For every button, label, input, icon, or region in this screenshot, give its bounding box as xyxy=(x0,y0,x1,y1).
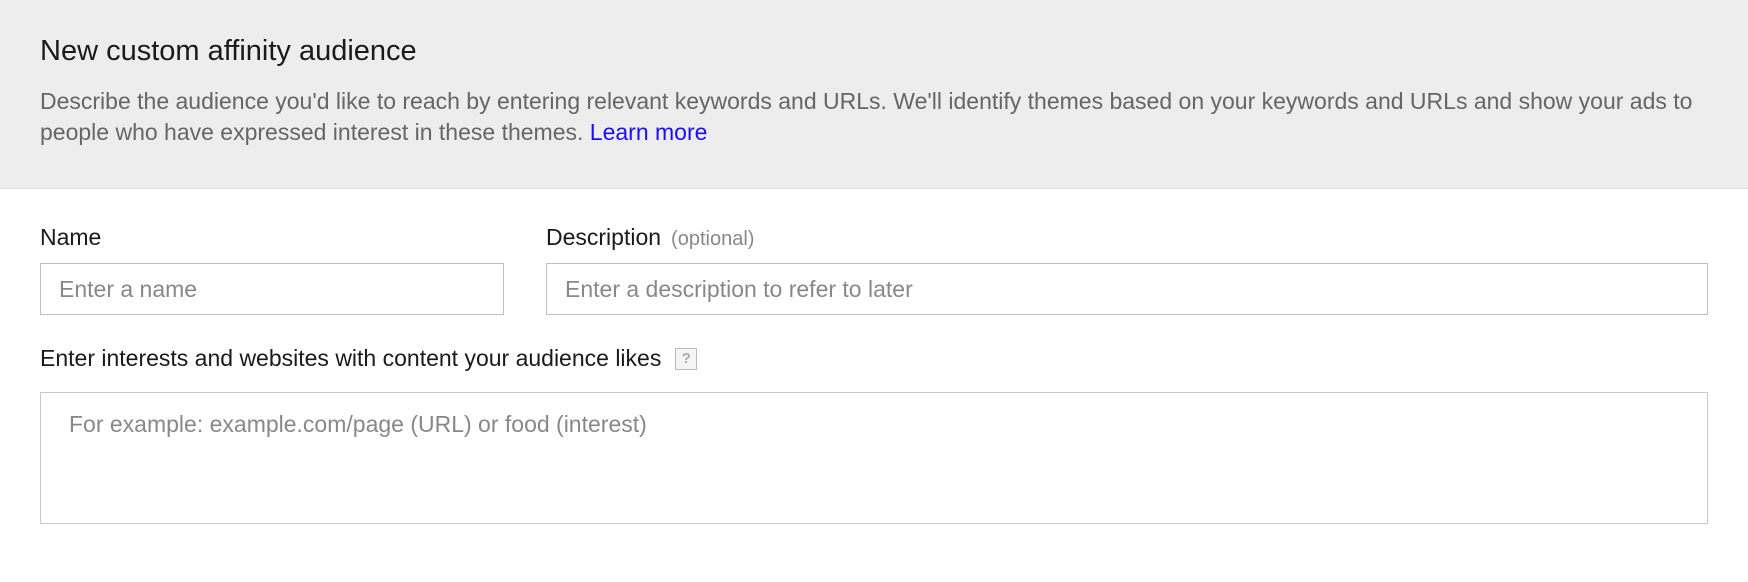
interests-label: Enter interests and websites with conten… xyxy=(40,345,661,372)
page-description: Describe the audience you'd like to reac… xyxy=(40,86,1708,148)
name-input[interactable] xyxy=(40,263,504,315)
name-label: Name xyxy=(40,224,504,251)
interests-input[interactable] xyxy=(40,392,1708,524)
form-area: Name Description (optional) Enter interes… xyxy=(0,189,1748,549)
optional-hint: (optional) xyxy=(671,228,754,250)
interests-label-row: Enter interests and websites with conten… xyxy=(40,345,1708,372)
name-field-group: Name xyxy=(40,224,504,315)
description-field-group: Description (optional) xyxy=(546,224,1708,315)
page-title: New custom affinity audience xyxy=(40,35,1708,68)
help-icon[interactable]: ? xyxy=(675,348,697,370)
description-label-text: Description xyxy=(546,224,661,250)
name-description-row: Name Description (optional) xyxy=(40,224,1708,315)
description-input[interactable] xyxy=(546,263,1708,315)
learn-more-link[interactable]: Learn more xyxy=(590,119,708,145)
description-text: Describe the audience you'd like to reac… xyxy=(40,88,1692,145)
header-panel: New custom affinity audience Describe th… xyxy=(0,0,1748,189)
description-label: Description (optional) xyxy=(546,224,1708,251)
